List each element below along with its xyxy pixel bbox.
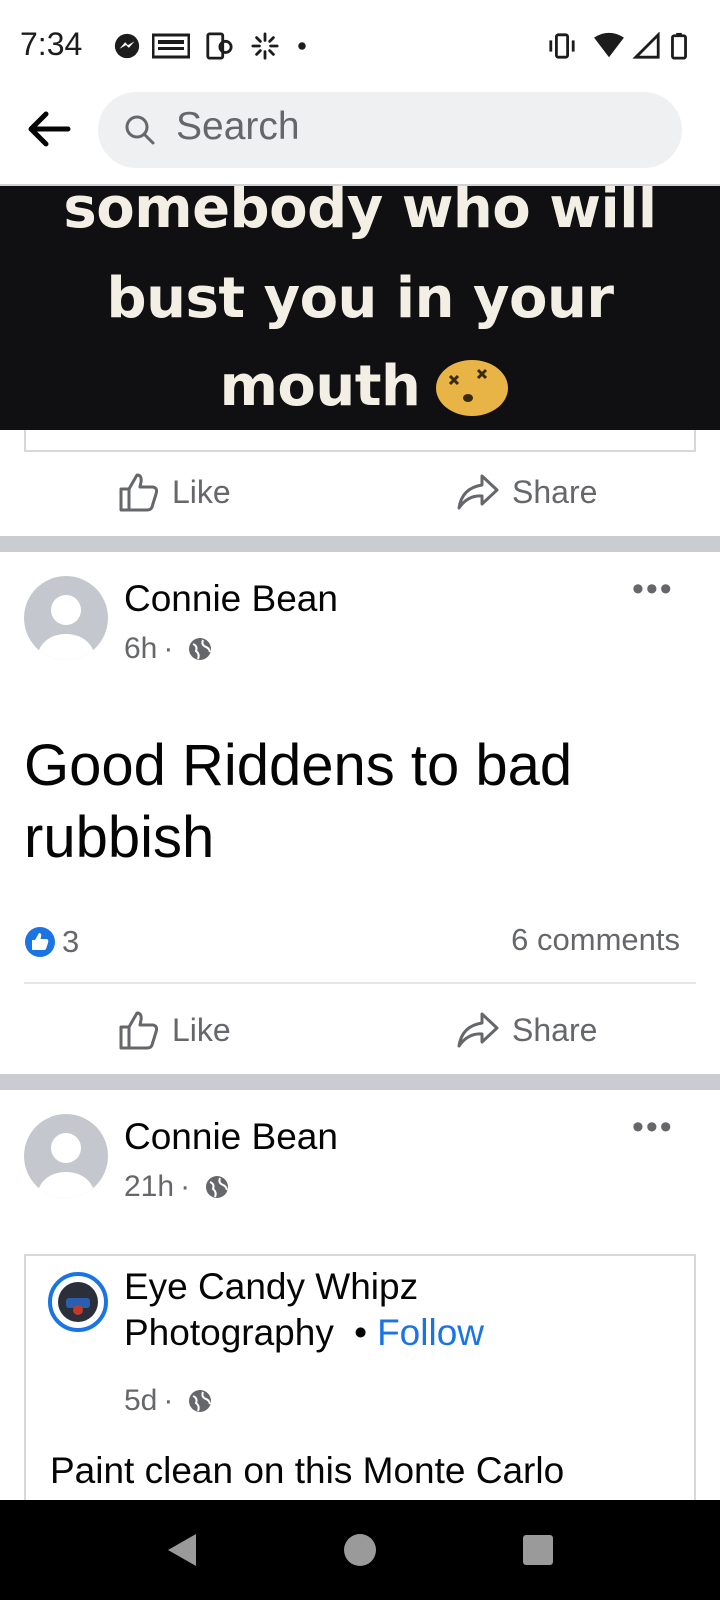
share-label: Share <box>512 473 598 510</box>
messenger-icon <box>114 33 140 59</box>
more-icon[interactable]: ••• <box>632 570 674 609</box>
action-divider <box>24 982 696 984</box>
system-nav-bar <box>0 1500 720 1600</box>
like-button[interactable]: Like <box>118 462 231 522</box>
vibrate-icon <box>549 33 575 59</box>
comments-count[interactable]: 6 comments <box>511 922 680 958</box>
shared-page-name[interactable]: Eye Candy Whipz Photography • Follow <box>124 1264 664 1356</box>
share-button[interactable]: Share <box>456 462 597 522</box>
cell-signal-icon <box>632 32 660 59</box>
post-meta: 21h · <box>124 1170 230 1204</box>
default-avatar-icon <box>38 595 94 660</box>
avatar[interactable] <box>24 1114 108 1198</box>
news-icon <box>152 33 190 59</box>
author-name[interactable]: Connie Bean <box>124 1116 338 1158</box>
post-time[interactable]: 21h <box>124 1170 174 1204</box>
page-name-line: Photography <box>124 1312 334 1353</box>
shared-post-text: Paint clean on this Monte Carlo <box>50 1450 565 1491</box>
notification-dot-icon <box>298 42 306 50</box>
like-reaction-icon <box>25 927 55 957</box>
share-label: Share <box>512 1011 598 1048</box>
like-label: Like <box>172 1011 231 1048</box>
status-bar: 7:34 <box>0 0 720 88</box>
post-divider <box>0 1074 720 1090</box>
like-label: Like <box>172 473 231 510</box>
avatar[interactable] <box>24 576 108 660</box>
search-input[interactable]: Search <box>176 105 300 149</box>
post-text: Good Riddens to bad rubbish <box>24 733 573 870</box>
default-avatar-icon <box>38 1133 94 1198</box>
status-time: 7:34 <box>20 26 83 62</box>
post-image[interactable]: somebody who will bust you in your mouth <box>0 186 720 430</box>
dizzy-face-emoji-icon <box>436 360 508 416</box>
page-name-line: Eye Candy Whipz <box>124 1266 419 1307</box>
globe-icon <box>189 1390 212 1412</box>
globe-icon <box>206 1176 229 1198</box>
share-icon <box>457 1012 499 1048</box>
post-time[interactable]: 6h <box>124 632 157 666</box>
image-frame-edge <box>24 430 696 452</box>
post-divider <box>0 536 720 552</box>
post-meta: 6h · <box>124 632 213 666</box>
meme-text-line: mouth <box>219 354 421 419</box>
share-icon <box>457 474 499 510</box>
nav-back-icon[interactable] <box>162 1530 202 1570</box>
globe-icon <box>189 638 212 660</box>
reaction-summary[interactable]: 3 <box>24 924 79 960</box>
page-avatar-image <box>58 1282 98 1322</box>
meme-text-line: bust you in your <box>106 266 614 331</box>
phone-sync-icon <box>206 32 233 60</box>
more-icon[interactable]: ••• <box>632 1108 674 1147</box>
author-name[interactable]: Connie Bean <box>124 578 338 620</box>
nav-home-icon[interactable] <box>340 1530 380 1570</box>
like-button[interactable]: Like <box>118 1000 231 1060</box>
nav-recents-icon[interactable] <box>518 1530 558 1570</box>
reaction-count: 3 <box>62 924 80 959</box>
back-arrow-icon[interactable] <box>24 104 74 154</box>
like-icon <box>119 1011 159 1050</box>
separator: • <box>354 1312 368 1353</box>
shared-post-time[interactable]: 5d <box>124 1384 157 1418</box>
share-button[interactable]: Share <box>456 1000 597 1060</box>
loading-icon <box>251 32 279 60</box>
follow-button[interactable]: Follow <box>377 1312 484 1353</box>
battery-icon <box>671 32 687 60</box>
like-icon <box>119 473 159 512</box>
search-icon <box>125 115 155 145</box>
meme-text-line: somebody who will <box>63 186 657 241</box>
shared-post-meta: 5d · <box>124 1384 213 1418</box>
page-avatar[interactable] <box>48 1272 108 1332</box>
wifi-icon <box>594 32 624 58</box>
